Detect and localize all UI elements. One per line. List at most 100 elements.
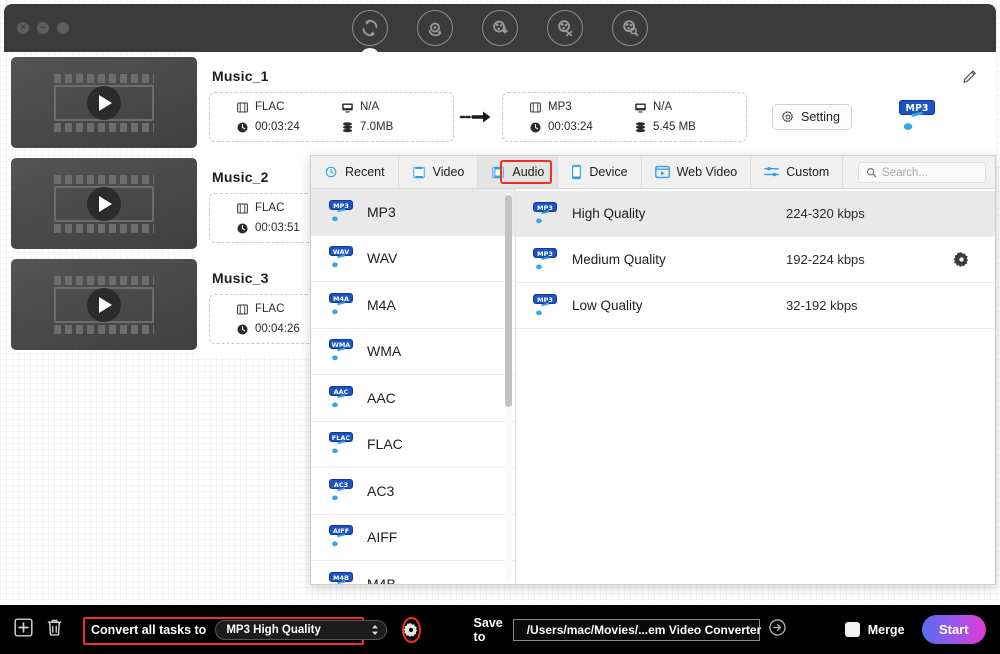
format-label: AC3: [367, 482, 395, 499]
quality-list[interactable]: MP3 High Quality 224-320 kbps MP3 Medium…: [516, 189, 995, 584]
format-item-m4a[interactable]: M4A M4A: [311, 282, 515, 329]
format-item-aiff[interactable]: AIFF AIFF: [311, 515, 515, 561]
audio-format-icon: AC3: [326, 478, 354, 503]
add-file-button[interactable]: [13, 617, 34, 643]
convert-all-select[interactable]: MP3 High Quality: [215, 619, 388, 640]
target-format-badge-icon[interactable]: MP3: [895, 100, 937, 134]
open-folder-button[interactable]: [768, 618, 787, 642]
setting-button-label: Setting: [801, 110, 840, 124]
edit-pencil-icon[interactable]: [961, 68, 979, 91]
format-item-flac[interactable]: FLAC FLAC: [311, 422, 515, 468]
sliders-icon: [764, 166, 780, 177]
setting-button[interactable]: Setting: [772, 104, 852, 130]
quality-item-high[interactable]: MP3 High Quality 224-320 kbps: [516, 191, 995, 237]
format-label: M4B: [367, 575, 396, 585]
source-duration: 00:03:24: [236, 121, 341, 134]
global-settings-button[interactable]: [402, 616, 421, 643]
clock-icon: [237, 121, 248, 133]
format-item-wav[interactable]: WAV WAV: [311, 236, 515, 282]
task-thumbnail[interactable]: [4, 254, 197, 355]
target-format-label: MP3: [548, 101, 572, 113]
task-title: Music_3: [212, 270, 269, 286]
search-placeholder: Search...: [882, 166, 929, 179]
play-icon[interactable]: [87, 186, 121, 221]
source-size-label: 7.0MB: [360, 121, 394, 133]
tab-custom[interactable]: Custom: [751, 156, 844, 188]
add-file-icon: [14, 617, 33, 637]
audio-format-icon: MP3: [530, 247, 558, 272]
play-icon[interactable]: [87, 287, 121, 322]
source-resolution-label: N/A: [360, 101, 380, 113]
convert-circular-arrows-icon: [362, 19, 378, 37]
format-label: M4A: [367, 296, 396, 313]
target-info-box: MP3 00:03:24 N/A 5.45 MB: [502, 92, 747, 142]
format-label: WMA: [367, 343, 402, 360]
tab-video[interactable]: Video: [399, 156, 479, 188]
format-item-ac3[interactable]: AC3 AC3: [311, 468, 515, 515]
format-list-scrollbar[interactable]: [505, 193, 512, 582]
format-label: AIFF: [367, 529, 398, 546]
monitor-icon: [342, 102, 353, 113]
film-icon: [530, 102, 541, 112]
panel-body: MP3 MP3 WAV WAV M4A M4A WMA WMA AAC AAC …: [311, 189, 995, 585]
settings-gear-highlight: [402, 616, 421, 643]
quality-bitrate: 192-224 kbps: [786, 252, 865, 267]
film-icon: [237, 102, 248, 112]
arrow-right-circle-icon: [769, 618, 786, 636]
format-label: WAV: [367, 250, 398, 267]
toolbar-editor-button[interactable]: [547, 10, 583, 46]
quality-bitrate: 224-320 kbps: [786, 206, 865, 221]
scrollbar-thumb[interactable]: [505, 195, 512, 407]
toolbar-ripper-button[interactable]: [417, 10, 453, 46]
task-thumbnail[interactable]: [4, 52, 197, 153]
format-item-mp3[interactable]: MP3 MP3: [311, 189, 515, 236]
format-item-wma[interactable]: WMA WMA: [311, 329, 515, 375]
quality-label: Medium Quality: [572, 252, 666, 267]
task-title: Music_1: [212, 68, 269, 84]
task-thumbnail[interactable]: [4, 153, 197, 254]
target-duration-label: 00:03:24: [548, 121, 593, 133]
toolbar-toolbox-button[interactable]: [612, 10, 648, 46]
film-icon: [237, 304, 248, 314]
trash-icon: [47, 619, 62, 636]
source-duration-label: 00:03:24: [255, 121, 300, 133]
audio-format-icon: WMA: [326, 339, 354, 363]
audio-film-icon: [492, 166, 505, 178]
film-download-icon: [493, 20, 508, 34]
audio-format-icon: M4A: [326, 292, 354, 317]
quality-label: High Quality: [572, 206, 646, 221]
clock-icon: [237, 323, 248, 335]
tab-audio-label: Audio: [512, 165, 545, 179]
quality-item-medium[interactable]: MP3 Medium Quality 192-224 kbps: [516, 237, 995, 283]
task-title: Music_2: [212, 169, 269, 185]
save-path-field[interactable]: /Users/mac/Movies/...em Video Converter: [512, 618, 761, 641]
tab-recent[interactable]: Recent: [311, 156, 399, 188]
merge-checkbox[interactable]: [844, 622, 860, 637]
format-dropdown-panel: Recent Video Audio Device Web Video Cust…: [310, 155, 996, 585]
tab-audio[interactable]: Audio: [478, 156, 559, 188]
play-icon[interactable]: [87, 85, 121, 120]
tab-web-video[interactable]: Web Video: [642, 156, 752, 188]
source-size: 7.0MB: [341, 121, 441, 134]
search-input[interactable]: Search...: [858, 162, 986, 183]
task-row[interactable]: Music_1 FLAC 00:03:24 N/A 7.0MB MP3 00:0…: [197, 52, 996, 153]
start-button-label: Start: [938, 622, 969, 637]
format-list[interactable]: MP3 MP3 WAV WAV M4A M4A WMA WMA AAC AAC …: [311, 189, 516, 585]
panel-tab-bar: Recent Video Audio Device Web Video Cust…: [311, 156, 995, 189]
convert-all-label: Convert all tasks to: [91, 622, 207, 637]
start-button[interactable]: Start: [921, 615, 986, 644]
web-play-icon: [654, 165, 670, 179]
toolbar-downloader-button[interactable]: [482, 10, 518, 46]
quality-settings-button[interactable]: [953, 251, 970, 268]
film-edit-icon: [558, 20, 573, 37]
format-item-aac[interactable]: AAC AAC: [311, 375, 515, 422]
audio-format-icon: M4B: [326, 571, 354, 584]
format-item-m4b[interactable]: M4B M4B: [311, 561, 515, 585]
toolbar-converter-button[interactable]: [352, 10, 388, 59]
gear-icon: [781, 111, 794, 123]
audio-format-icon: FLAC: [326, 432, 354, 456]
delete-file-button[interactable]: [44, 617, 65, 643]
quality-item-low[interactable]: MP3 Low Quality 32-192 kbps: [516, 283, 995, 329]
tab-device[interactable]: Device: [558, 156, 642, 188]
database-icon: [635, 121, 646, 132]
